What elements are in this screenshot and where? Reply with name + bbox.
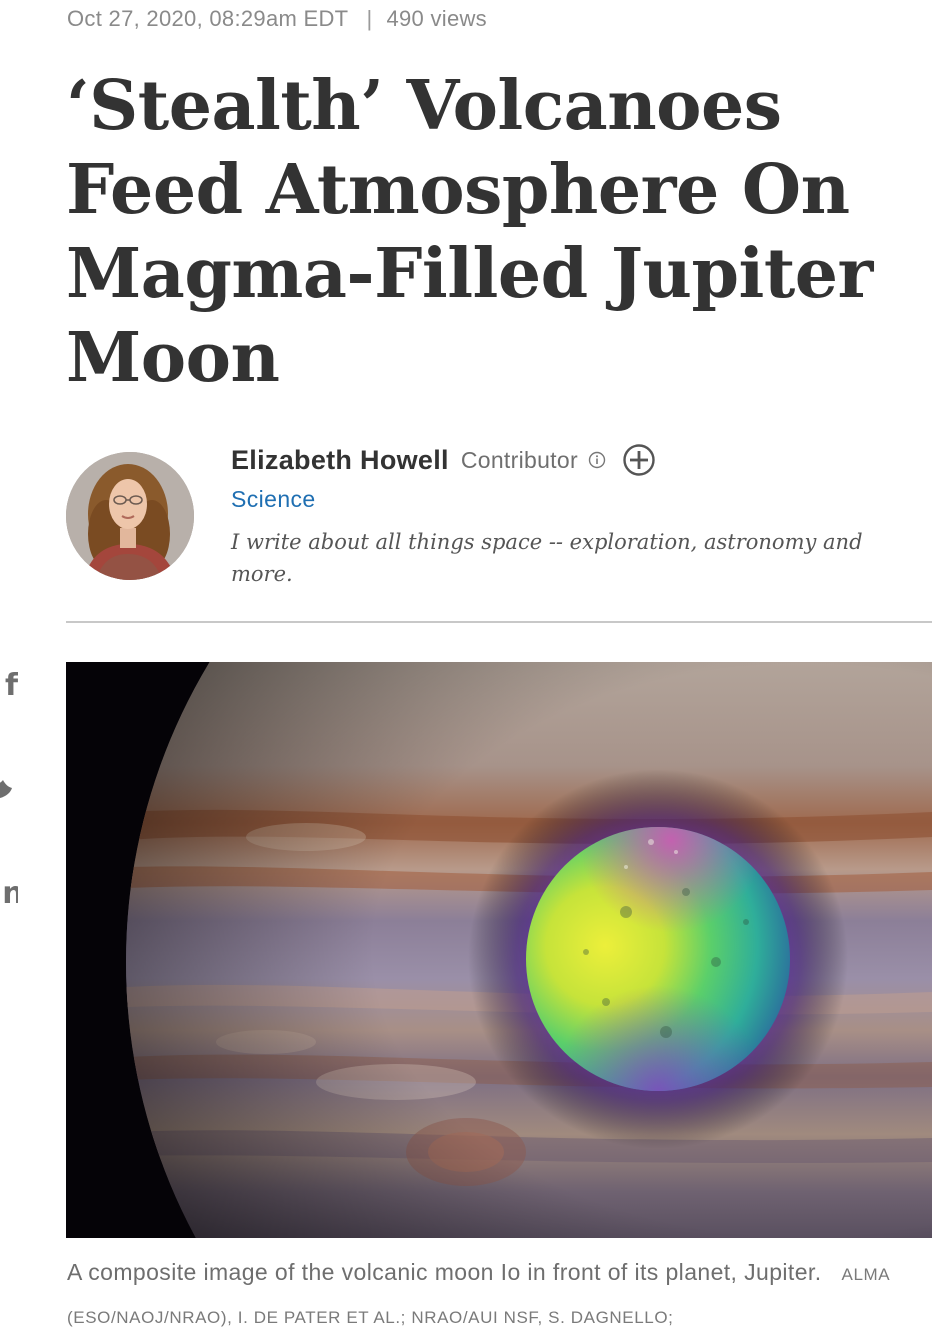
publish-date: Oct 27, 2020, 08:29am EDT bbox=[67, 6, 349, 31]
author-section-link[interactable]: Science bbox=[231, 486, 316, 513]
share-rail: f in bbox=[0, 660, 22, 920]
author-name[interactable]: Elizabeth Howell bbox=[231, 445, 449, 476]
article-meta: Oct 27, 2020, 08:29am EDT | 490 views bbox=[67, 2, 487, 36]
linkedin-icon[interactable]: in bbox=[0, 874, 18, 914]
view-count: 490 views bbox=[386, 6, 487, 31]
twitter-icon[interactable] bbox=[0, 768, 18, 808]
plus-circle-icon[interactable] bbox=[622, 443, 656, 477]
author-avatar[interactable] bbox=[66, 452, 194, 580]
article-title: ‘Stealth’ Volcanoes Feed Atmosphere On M… bbox=[66, 66, 873, 398]
image-caption: A composite image of the volcanic moon I… bbox=[67, 1252, 932, 1328]
info-icon[interactable] bbox=[588, 451, 606, 469]
author-bio: I write about all things space -- explor… bbox=[231, 530, 863, 586]
facebook-icon[interactable]: f bbox=[0, 666, 18, 706]
divider bbox=[66, 621, 932, 623]
author-name-row: Elizabeth Howell Contributor bbox=[231, 440, 656, 480]
author-role: Contributor bbox=[460, 446, 578, 473]
meta-separator: | bbox=[366, 6, 373, 31]
hero-image bbox=[66, 662, 932, 1238]
caption-text: A composite image of the volcanic moon I… bbox=[67, 1259, 822, 1285]
